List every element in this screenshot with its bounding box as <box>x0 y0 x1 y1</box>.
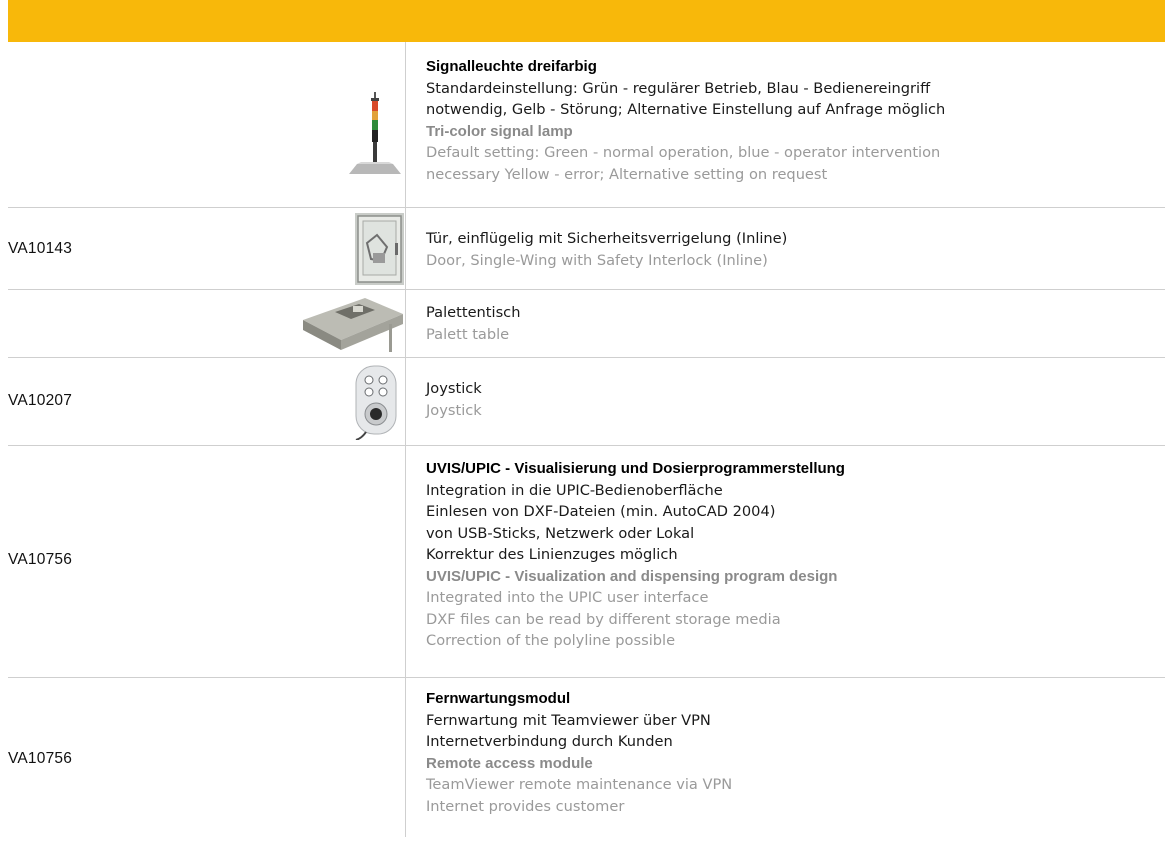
description-de: notwendig, Gelb - Störung; Alternative E… <box>426 101 946 118</box>
header-bar <box>8 0 1165 42</box>
table-row: VA10756 UVIS/UPIC - Visualisierung und D… <box>8 446 1165 678</box>
description-de: Tür, einflügelig mit Sicherheitsverrigel… <box>426 230 788 247</box>
door-cabinet-image <box>355 213 404 285</box>
title-en: UVIS/UPIC - Visualization and dispensing… <box>426 567 838 585</box>
row-description: Signalleuchte dreifarbig Standardeinstel… <box>426 56 1153 185</box>
title-de: UVIS/UPIC - Visualisierung und Dosierpro… <box>426 460 845 477</box>
column-divider <box>405 42 406 207</box>
table-row: Palettentisch Palett table <box>8 290 1165 358</box>
row-description: Tür, einflügelig mit Sicherheitsverrigel… <box>426 228 1153 271</box>
description-de: Fernwartung mit Teamviewer über VPN <box>426 711 711 729</box>
signal-lamp-image <box>345 92 405 174</box>
description-de: Joystick <box>426 380 482 397</box>
column-divider <box>405 208 406 289</box>
table-row: VA10207 Joystick Joystick <box>8 358 1165 446</box>
description-de: Internetverbindung durch Kunden <box>426 733 673 750</box>
description-en: Palett table <box>426 325 510 343</box>
description-en: necessary Yellow - error; Alternative se… <box>426 165 828 183</box>
pallet-table-image <box>295 294 405 354</box>
description-en: Internet provides customer <box>426 797 625 815</box>
row-description: Joystick Joystick <box>426 378 1153 421</box>
joystick-image <box>352 364 402 440</box>
title-de: Fernwartungsmodul <box>426 690 571 707</box>
description-en: DXF files can be read by different stora… <box>426 610 781 628</box>
column-divider <box>405 446 406 677</box>
description-de: Korrektur des Linienzuges möglich <box>426 546 678 563</box>
table-row: VA10756 Fernwartungsmodul Fernwartung mi… <box>8 678 1165 837</box>
description-de: Integration in die UPIC-Bedienoberfläche <box>426 481 723 499</box>
row-description: Palettentisch Palett table <box>426 302 1153 345</box>
row-description: UVIS/UPIC - Visualisierung und Dosierpro… <box>426 458 1153 652</box>
title-en: Remote access module <box>426 754 593 772</box>
options-table: Signalleuchte dreifarbig Standardeinstel… <box>8 42 1165 837</box>
title-de: Signalleuchte dreifarbig <box>426 58 597 75</box>
description-en: TeamViewer remote maintenance via VPN <box>426 776 733 793</box>
column-divider <box>405 678 406 837</box>
table-row: Signalleuchte dreifarbig Standardeinstel… <box>8 42 1165 208</box>
title-en: Tri-color signal lamp <box>426 122 573 140</box>
description-de: von USB-Sticks, Netzwerk oder Lokal <box>426 524 695 542</box>
article-code: VA10143 <box>8 240 73 257</box>
description-de: Einlesen von DXF-Dateien (min. AutoCAD 2… <box>426 503 776 520</box>
description-en: Door, Single-Wing with Safety Interlock … <box>426 251 768 269</box>
description-de: Standardeinstellung: Grün - regulärer Be… <box>426 79 931 97</box>
table-row: VA10143 Tür, einflügelig mit Sicherheits… <box>8 208 1165 290</box>
article-code: VA10756 <box>8 551 73 568</box>
column-divider <box>405 290 406 357</box>
column-divider <box>405 358 406 445</box>
article-code: VA10756 <box>8 750 73 767</box>
description-en: Correction of the polyline possible <box>426 632 676 649</box>
description-en: Integrated into the UPIC user interface <box>426 589 709 606</box>
description-de: Palettentisch <box>426 304 521 321</box>
description-en: Default setting: Green - normal operatio… <box>426 144 941 161</box>
row-description: Fernwartungsmodul Fernwartung mit Teamvi… <box>426 688 1153 817</box>
article-code: VA10207 <box>8 392 73 409</box>
description-en: Joystick <box>426 401 482 419</box>
